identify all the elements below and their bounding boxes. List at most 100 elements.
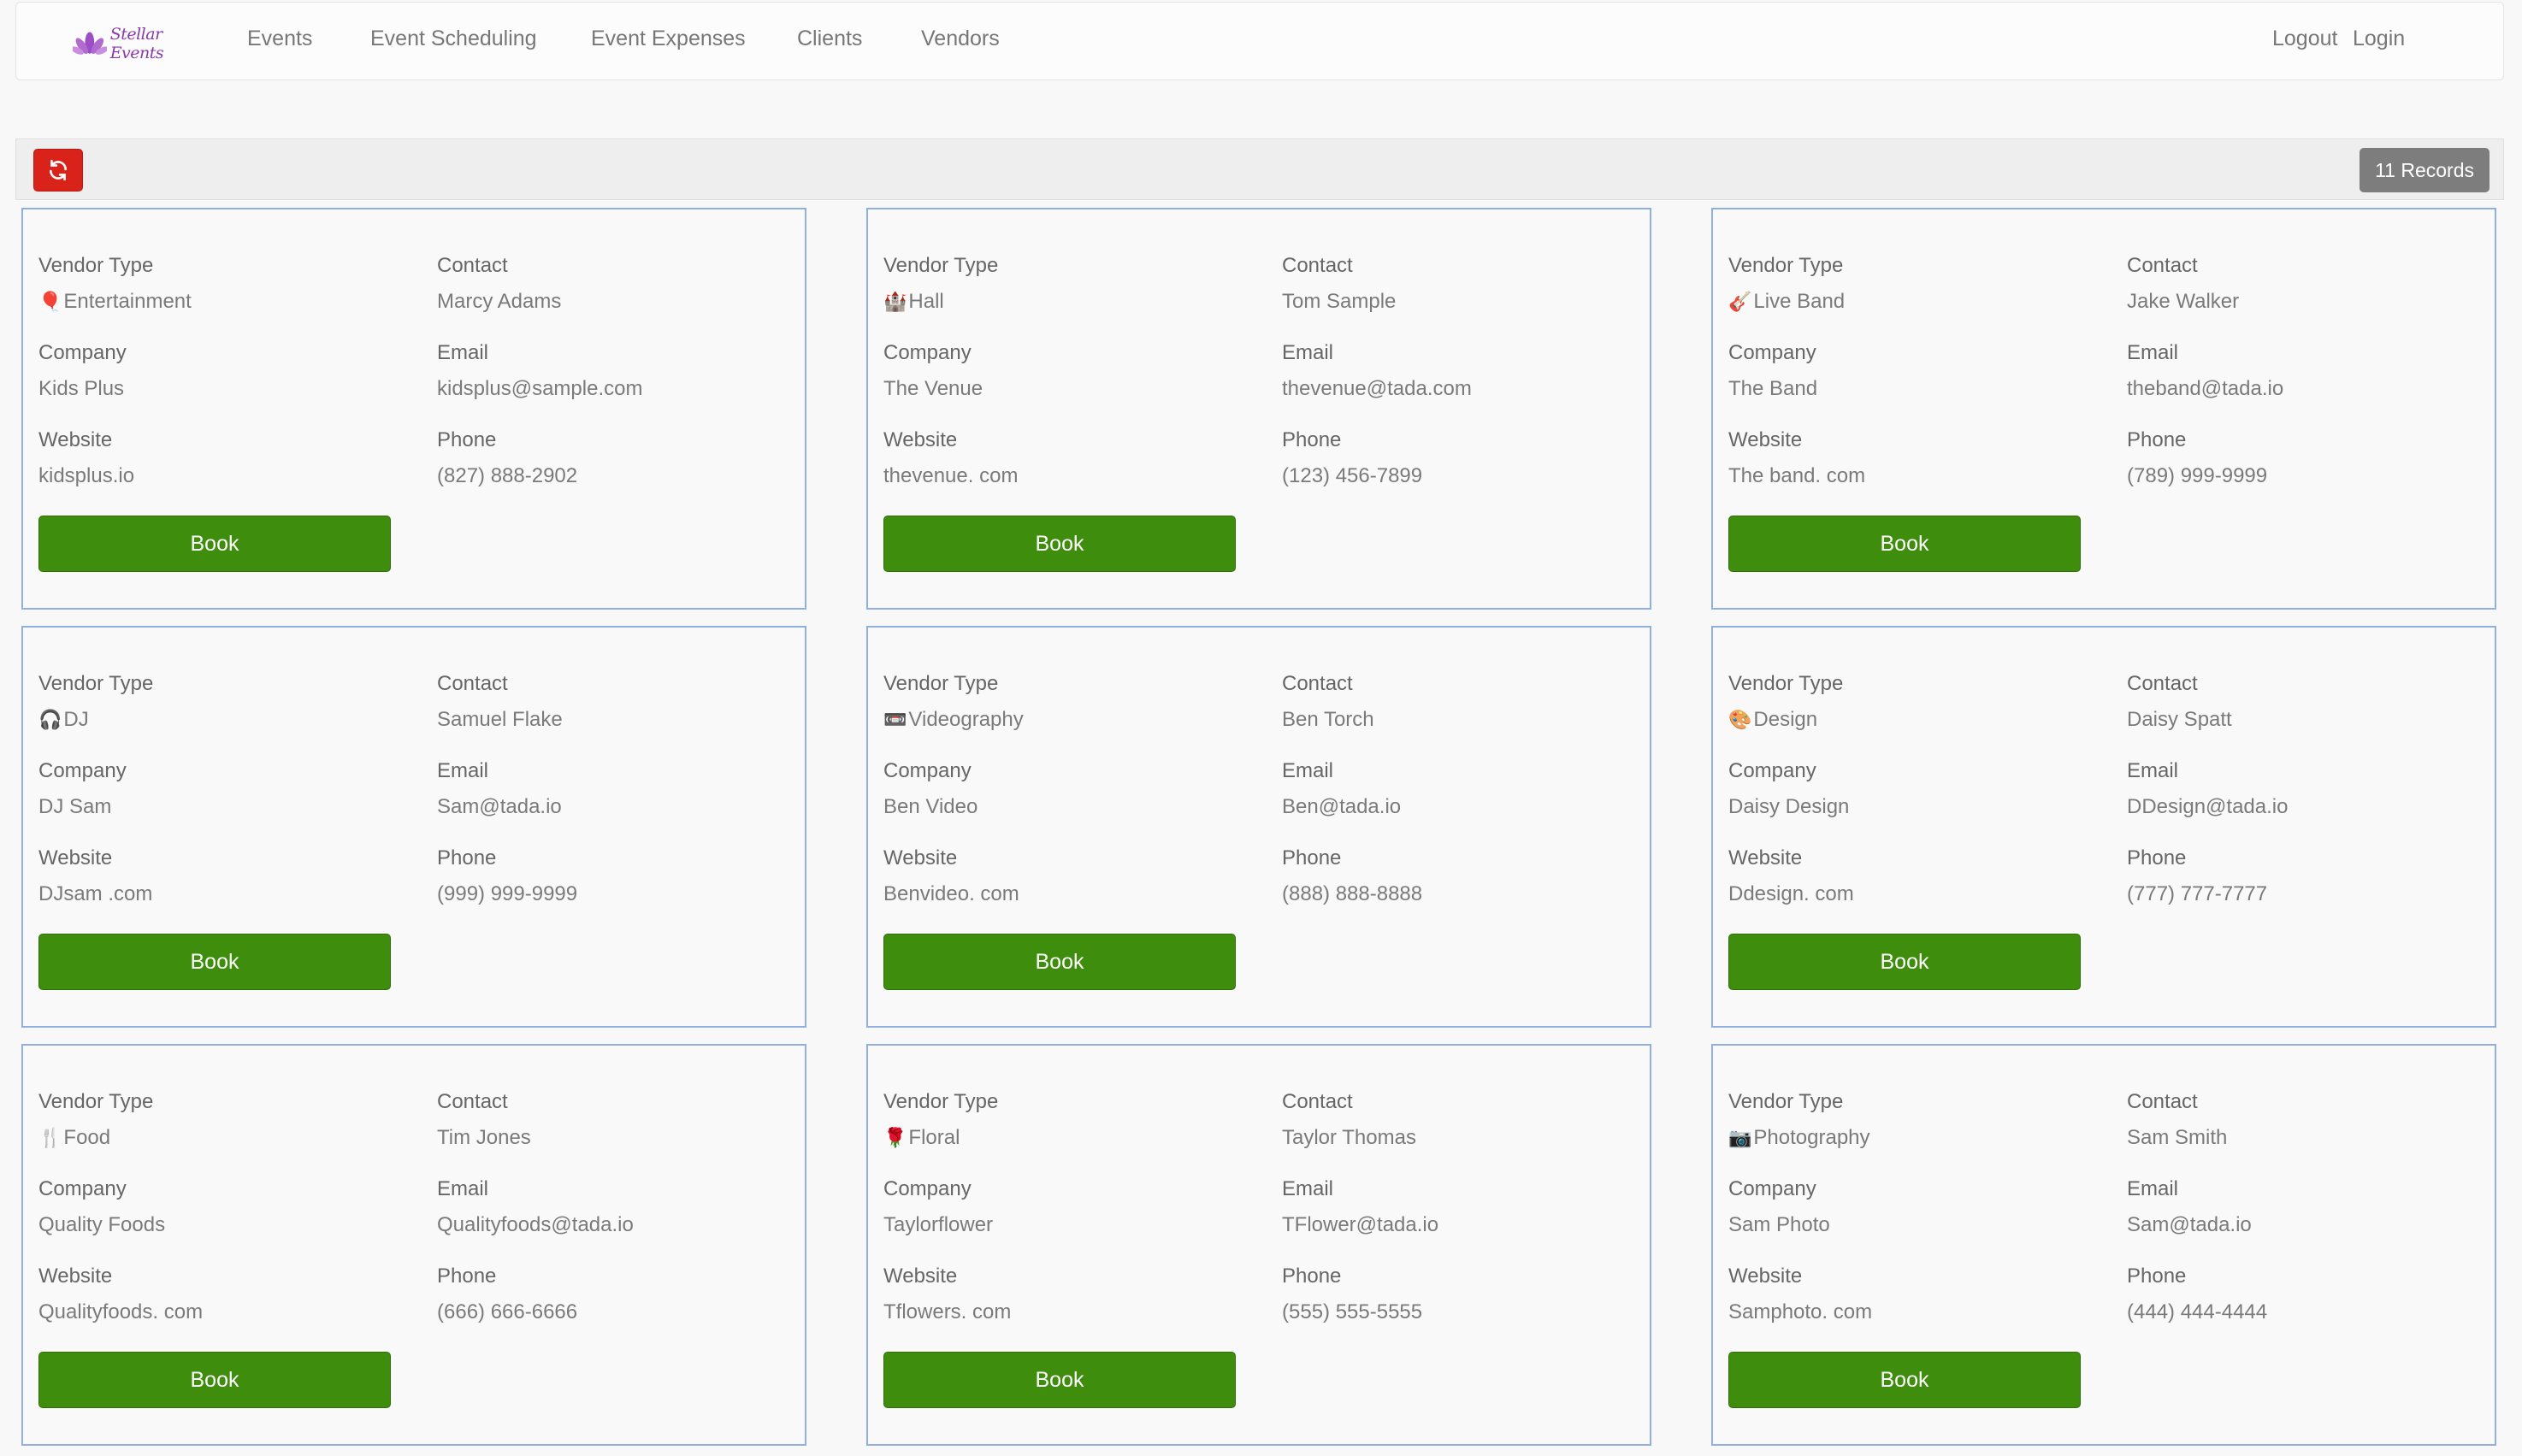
email-value: TFlower@tada.io	[1282, 1213, 1439, 1236]
contact-label: Contact	[437, 254, 508, 277]
vendor-card: Vendor Type 🎨 Design Contact Daisy Spatt Comp…	[1711, 626, 2496, 1028]
company-label: Company	[1728, 1177, 1816, 1200]
vendor-type-text: Design	[1753, 708, 1818, 731]
website-label: Website	[883, 1264, 958, 1288]
contact-label: Contact	[437, 1090, 508, 1113]
website-value: Tflowers. com	[883, 1300, 1012, 1323]
vendor-card: Vendor Type 🎧 DJ Contact Samuel Flake Company…	[21, 626, 806, 1028]
records-count-badge: 11 Records	[2360, 148, 2490, 192]
company-label: Company	[883, 759, 972, 782]
website-label: Website	[38, 846, 113, 869]
email-label: Email	[1282, 759, 1334, 782]
vendor-type-label: Vendor Type	[883, 254, 999, 277]
contact-label: Contact	[2127, 672, 2198, 695]
email-value: Sam@tada.io	[2127, 1213, 2252, 1236]
company-label: Company	[38, 1177, 127, 1200]
videotape-icon: 📼	[883, 709, 907, 730]
rose-icon: 🌹	[883, 1127, 907, 1148]
vendor-card: Vendor Type 📷 Photography Contact Sam Smith C…	[1711, 1044, 2496, 1446]
book-button[interactable]: Book	[1728, 516, 2081, 572]
vendor-card: Vendor Type 🎈 Entertainment Contact Marcy Ad…	[21, 208, 806, 610]
website-value: thevenue. com	[883, 464, 1019, 487]
email-label: Email	[437, 1177, 489, 1200]
vendor-type-text: Live Band	[1753, 290, 1846, 313]
company-label: Company	[38, 759, 127, 782]
email-value: theband@tada.io	[2127, 377, 2284, 400]
phone-label: Phone	[437, 428, 497, 451]
book-button[interactable]: Book	[38, 934, 391, 990]
company-label: Company	[883, 1177, 972, 1200]
vendor-type-value: 🏰 Hall	[883, 290, 944, 314]
vendor-type-value: 🎸 Live Band	[1728, 290, 1845, 314]
company-value: DJ Sam	[38, 795, 112, 818]
book-button[interactable]: Book	[1728, 934, 2081, 990]
vendor-type-label: Vendor Type	[1728, 1090, 1844, 1113]
contact-label: Contact	[437, 672, 508, 695]
contact-label: Contact	[1282, 254, 1353, 277]
nav-event-scheduling[interactable]: Event Scheduling	[370, 27, 537, 51]
vendor-card: Vendor Type 🏰 Hall Contact Tom Sample Company…	[866, 208, 1651, 610]
vendor-type-value: 📼 Videography	[883, 708, 1024, 732]
nav-event-expenses[interactable]: Event Expenses	[591, 27, 746, 51]
contact-value: Jake Walker	[2127, 290, 2240, 313]
email-value: kidsplus@sample.com	[437, 377, 643, 400]
lotus-icon	[73, 32, 107, 55]
phone-value: (444) 444-4444	[2127, 1300, 2268, 1323]
vendor-type-value: 🎧 DJ	[38, 708, 89, 732]
contact-value: Sam Smith	[2127, 1126, 2228, 1149]
website-label: Website	[883, 846, 958, 869]
phone-value: (789) 999-9999	[2127, 464, 2268, 487]
vendor-card: Vendor Type 🎸 Live Band Contact Jake Walker C…	[1711, 208, 2496, 610]
website-value: Qualityfoods. com	[38, 1300, 204, 1323]
vendor-type-text: Videography	[908, 708, 1024, 731]
camera-icon: 📷	[1728, 1127, 1752, 1148]
contact-label: Contact	[1282, 672, 1353, 695]
book-button[interactable]: Book	[883, 934, 1236, 990]
phone-label: Phone	[2127, 846, 2187, 869]
phone-value: (555) 555-5555	[1282, 1300, 1423, 1323]
palette-icon: 🎨	[1728, 709, 1752, 730]
nav-login[interactable]: Login	[2353, 27, 2405, 51]
phone-label: Phone	[437, 846, 497, 869]
book-button[interactable]: Book	[883, 1352, 1236, 1408]
vendor-type-value: 🎨 Design	[1728, 708, 1817, 732]
vendor-type-label: Vendor Type	[38, 1090, 154, 1113]
vendor-toolbar: 11 Records	[15, 139, 2504, 200]
phone-value: (999) 999-9999	[437, 882, 578, 905]
contact-label: Contact	[1282, 1090, 1353, 1113]
nav-clients[interactable]: Clients	[797, 27, 862, 51]
company-value: Ben Video	[883, 795, 978, 818]
book-button[interactable]: Book	[883, 516, 1236, 572]
guitar-icon: 🎸	[1728, 291, 1752, 312]
contact-value: Ben Torch	[1282, 708, 1374, 731]
contact-value: Tim Jones	[437, 1126, 531, 1149]
phone-value: (666) 666-6666	[437, 1300, 578, 1323]
email-value: Sam@tada.io	[437, 795, 562, 818]
book-button[interactable]: Book	[38, 1352, 391, 1408]
company-value: Sam Photo	[1728, 1213, 1830, 1236]
brand-logo[interactable]: Stellar Events	[73, 25, 210, 62]
email-label: Email	[2127, 341, 2179, 364]
refresh-icon	[50, 159, 67, 181]
phone-label: Phone	[1282, 1264, 1342, 1288]
nav-vendors[interactable]: Vendors	[921, 27, 1000, 51]
vendor-type-label: Vendor Type	[883, 672, 999, 695]
contact-value: Tom Sample	[1282, 290, 1397, 313]
website-value: Samphoto. com	[1728, 1300, 1873, 1323]
refresh-button[interactable]	[33, 149, 83, 192]
contact-value: Marcy Adams	[437, 290, 562, 313]
email-value: Qualityfoods@tada.io	[437, 1213, 634, 1236]
website-value: DJsam .com	[38, 882, 153, 905]
vendor-type-value: 🍴 Food	[38, 1126, 110, 1150]
email-label: Email	[437, 341, 489, 364]
website-value: Benvideo. com	[883, 882, 1019, 905]
book-button[interactable]: Book	[38, 516, 391, 572]
top-navbar: Stellar Events Events Event Scheduling E…	[15, 2, 2504, 80]
balloon-icon: 🎈	[38, 291, 62, 312]
vendor-type-label: Vendor Type	[38, 672, 154, 695]
vendor-type-label: Vendor Type	[1728, 254, 1844, 277]
nav-logout[interactable]: Logout	[2272, 27, 2337, 51]
book-button[interactable]: Book	[1728, 1352, 2081, 1408]
website-value: kidsplus.io	[38, 464, 135, 487]
nav-events[interactable]: Events	[247, 27, 312, 51]
